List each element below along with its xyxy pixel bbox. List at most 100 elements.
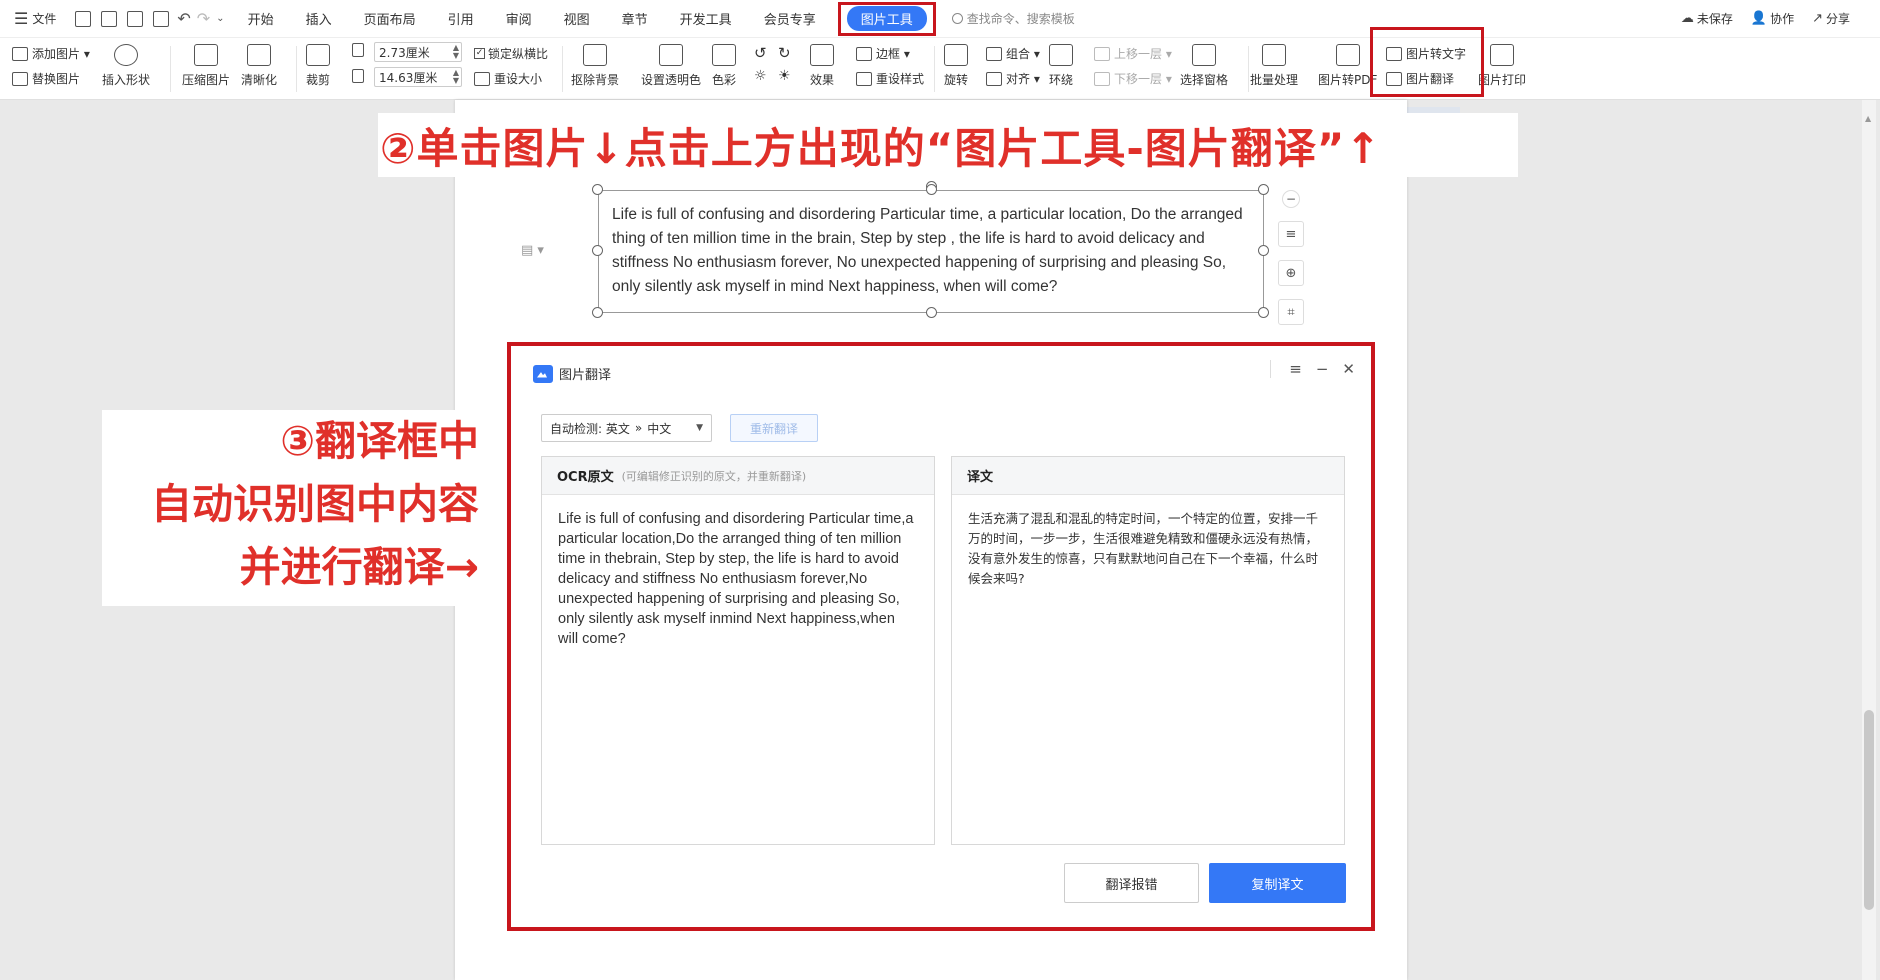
- picture-print-button[interactable]: 图片打印: [1478, 44, 1526, 88]
- unsaved-status[interactable]: ☁ 未保存: [1681, 10, 1733, 27]
- minimize-icon[interactable]: −: [1316, 360, 1329, 378]
- translation-header-label: 译文: [967, 470, 994, 485]
- export-icon[interactable]: [101, 10, 118, 27]
- remove-background-button[interactable]: 抠除背景: [571, 44, 619, 88]
- add-picture-label: 添加图片: [32, 47, 81, 61]
- command-search[interactable]: 查找命令、搜索模板: [951, 10, 1075, 27]
- color-button[interactable]: 色彩: [712, 44, 736, 88]
- translation-text[interactable]: 生活充满了混乱和混乱的特定时间，一个特定的位置，安排一千万的时间，一步一步，生活…: [952, 495, 1344, 603]
- share-button[interactable]: ↗ 分享: [1812, 10, 1850, 27]
- resize-handle[interactable]: [1258, 245, 1269, 256]
- tab-page-layout[interactable]: 页面布局: [348, 0, 432, 38]
- ocr-text-area[interactable]: Life is full of confusing and disorderin…: [542, 495, 934, 663]
- save-icon[interactable]: [75, 10, 92, 27]
- ocr-hint: (可编辑修正识别的原文，并重新翻译): [621, 469, 807, 483]
- resize-handle[interactable]: [926, 184, 937, 195]
- resize-handle[interactable]: [1258, 184, 1269, 195]
- compress-picture-button[interactable]: 压缩图片: [182, 44, 230, 88]
- scrollbar-thumb[interactable]: [1864, 710, 1874, 910]
- menu-icon[interactable]: ≡: [1289, 360, 1302, 378]
- step3-annotation: ③翻译框中 自动识别图中内容 并进行翻译→: [102, 410, 485, 606]
- batch-process-button[interactable]: 批量处理: [1250, 44, 1298, 88]
- height-input[interactable]: 2.73厘米 ▲ ▼: [374, 42, 462, 62]
- undo-icon[interactable]: ↶: [177, 9, 190, 28]
- reset-style-button[interactable]: 重设样式: [856, 70, 924, 87]
- resize-handle[interactable]: [592, 245, 603, 256]
- replace-picture-icon: [12, 71, 28, 86]
- ribbon-divider: [562, 46, 563, 92]
- width-input[interactable]: 14.63厘米 ▲ ▼: [374, 67, 462, 87]
- zoom-icon[interactable]: ⊕: [1278, 260, 1304, 286]
- rotate-right-icon[interactable]: ↻: [778, 44, 791, 62]
- reset-size-button[interactable]: 重设大小: [474, 70, 542, 87]
- dialog-title-bar[interactable]: 图片翻译: [533, 364, 611, 383]
- layout-options-icon[interactable]: ≡: [1278, 221, 1304, 247]
- file-menu[interactable]: ☰ 文件: [0, 0, 66, 38]
- effects-button[interactable]: 效果: [810, 44, 834, 88]
- picture-to-pdf-button[interactable]: 图片转PDF: [1318, 44, 1377, 88]
- crop-icon[interactable]: ⌗: [1278, 299, 1304, 325]
- reset-style-icon: [856, 71, 872, 86]
- send-backward-button[interactable]: 下移一层 ▾: [1094, 70, 1172, 87]
- collaborate-button[interactable]: 👤 协作: [1751, 10, 1794, 27]
- tab-review[interactable]: 审阅: [490, 0, 548, 38]
- lock-ratio-checkbox[interactable]: ✓ 锁定纵横比: [474, 45, 548, 62]
- tab-member[interactable]: 会员专享: [748, 0, 832, 38]
- resize-handle[interactable]: [926, 307, 937, 318]
- language-select[interactable]: 自动检测: 英文 » 中文 ▼: [541, 414, 712, 442]
- tab-home[interactable]: 开始: [232, 0, 290, 38]
- resize-handle[interactable]: [1258, 307, 1269, 318]
- report-error-button[interactable]: 翻译报错: [1064, 863, 1199, 903]
- spinner-arrows-icon[interactable]: ▲ ▼: [453, 69, 459, 85]
- resize-handle[interactable]: [592, 184, 603, 195]
- picture-text: Life is full of confusing and disorderin…: [612, 206, 1243, 295]
- align-button[interactable]: 对齐 ▾: [986, 70, 1040, 87]
- title-actions: ☁ 未保存 👤 协作 ↗ 分享: [1663, 10, 1880, 27]
- tab-references[interactable]: 引用: [432, 0, 490, 38]
- unsaved-label: 未保存: [1696, 12, 1733, 26]
- redo-icon[interactable]: ↷: [197, 9, 210, 28]
- vertical-scrollbar[interactable]: ▲: [1862, 100, 1876, 980]
- add-picture-button[interactable]: 添加图片 ▾: [12, 45, 90, 62]
- selection-pane-button[interactable]: 选择窗格: [1180, 44, 1228, 88]
- replace-picture-button[interactable]: 替换图片: [12, 70, 80, 87]
- print-icon[interactable]: [127, 10, 144, 27]
- crop-button[interactable]: 裁剪: [306, 44, 330, 88]
- close-icon[interactable]: ✕: [1342, 360, 1355, 378]
- tab-developer[interactable]: 开发工具: [664, 0, 748, 38]
- paragraph-marker-icon[interactable]: ▤ ▾: [521, 243, 544, 258]
- border-button[interactable]: 边框 ▾: [856, 45, 910, 62]
- tab-view[interactable]: 视图: [548, 0, 606, 38]
- chevron-down-icon[interactable]: ⌄: [216, 13, 224, 24]
- target-language: 中文: [647, 421, 672, 436]
- rotate-left-icon[interactable]: ↺: [754, 44, 767, 62]
- retranslate-button[interactable]: 重新翻译: [730, 414, 818, 442]
- bring-forward-button[interactable]: 上移一层 ▾: [1094, 45, 1172, 62]
- border-icon: [856, 46, 872, 61]
- picture-translate-logo-icon: [533, 364, 553, 383]
- color-icon: [712, 44, 736, 66]
- tab-picture-tools[interactable]: 图片工具: [846, 6, 927, 31]
- collapse-icon[interactable]: −: [1282, 190, 1300, 208]
- tab-section[interactable]: 章节: [606, 0, 664, 38]
- preview-icon[interactable]: [153, 10, 170, 27]
- tab-insert[interactable]: 插入: [290, 0, 348, 38]
- sharpen-button[interactable]: 清晰化: [241, 44, 277, 88]
- spinner-arrows-icon[interactable]: ▲ ▼: [453, 44, 459, 60]
- ocr-panel: OCR原文 (可编辑修正识别的原文，并重新翻译) Life is full of…: [541, 456, 935, 845]
- set-transparent-button[interactable]: 设置透明色: [641, 44, 701, 88]
- resize-handle[interactable]: [592, 307, 603, 318]
- width-spinner-group: [352, 69, 368, 83]
- brightness-icon[interactable]: ☼: [754, 68, 767, 84]
- contrast-icon[interactable]: ☀: [778, 68, 791, 84]
- color-label: 色彩: [712, 73, 737, 87]
- group-button[interactable]: 组合 ▾: [986, 45, 1040, 62]
- picture-print-label: 图片打印: [1478, 73, 1527, 87]
- insert-shape-button[interactable]: 插入形状: [102, 44, 150, 88]
- copy-translation-button[interactable]: 复制译文: [1209, 863, 1346, 903]
- wrap-button[interactable]: 环绕: [1049, 44, 1073, 88]
- scroll-up-icon[interactable]: ▲: [1865, 114, 1871, 123]
- collaborate-label: 协作: [1770, 12, 1795, 26]
- align-icon: [986, 71, 1002, 86]
- rotate-button[interactable]: 旋转: [944, 44, 968, 88]
